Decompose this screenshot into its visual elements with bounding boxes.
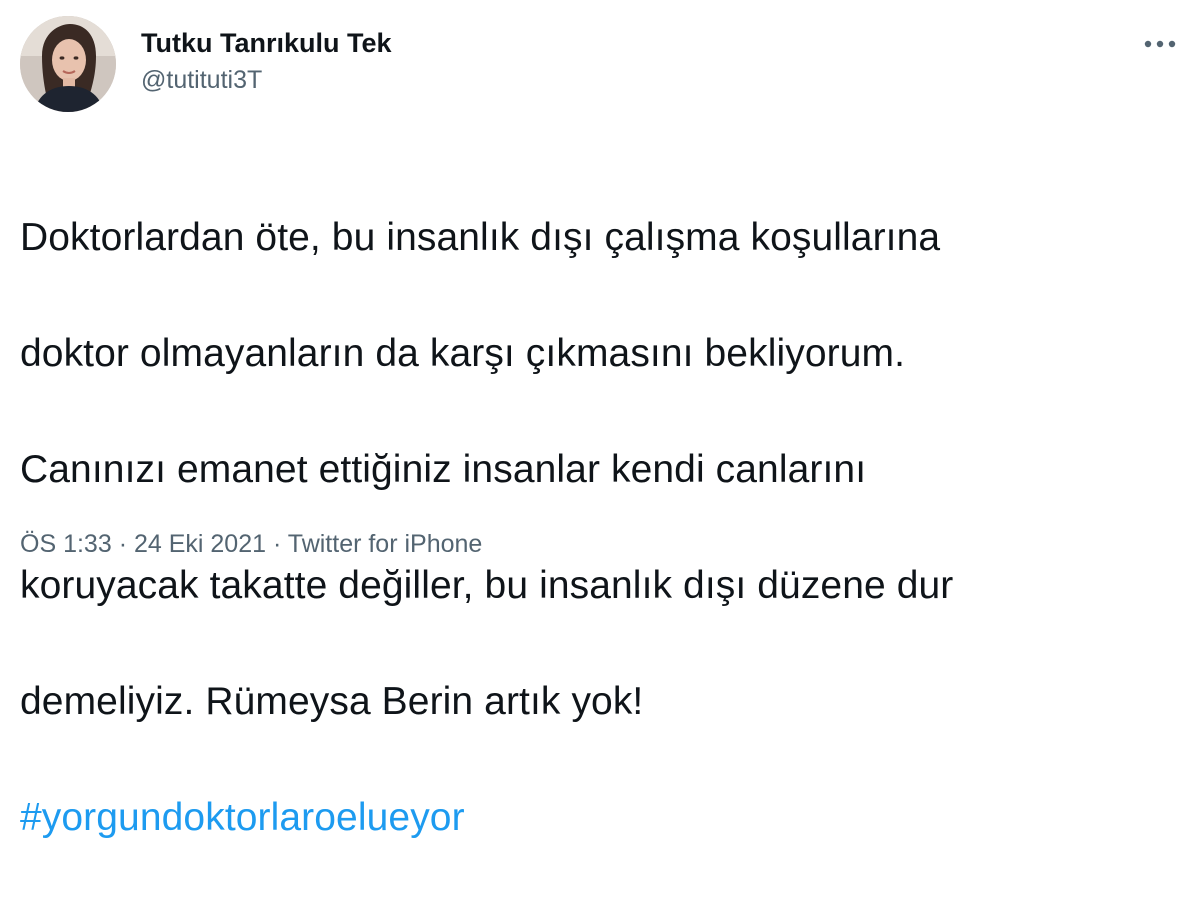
more-options-button[interactable] xyxy=(1136,24,1184,64)
hashtag-link[interactable]: #yorgundoktorlaroelueyor xyxy=(20,789,1180,847)
tweet-text-line: Doktorlardan öte, bu insanlık dışı çalış… xyxy=(20,216,941,259)
tweet-meta: ÖS 1:33 · 24 Eki 2021 · Twitter for iPho… xyxy=(20,526,482,562)
tweet-text-line: doktor olmayanların da karşı çıkmasını b… xyxy=(20,332,906,375)
separator-dot: · xyxy=(272,530,282,558)
meta-separator: · xyxy=(273,530,288,558)
tweet-text-line: Canınızı emanet ettiğiniz insanlar kendi… xyxy=(20,448,867,491)
meta-separator: · xyxy=(119,530,134,558)
tweet-card: Tutku Tanrıkulu Tek @tutituti3T Doktorla… xyxy=(0,0,1200,839)
tweet-time[interactable]: ÖS 1:33 xyxy=(20,530,112,558)
separator-dot: · xyxy=(118,530,128,558)
tweet-text-line: koruyacak takatte değiller, bu insanlık … xyxy=(20,564,954,607)
more-horizontal-icon xyxy=(1144,40,1176,48)
tweet-text-line: demeliyiz. Rümeysa Berin artık yok! xyxy=(20,680,644,723)
avatar-photo xyxy=(20,16,116,112)
author-block: Tutku Tanrıkulu Tek @tutituti3T xyxy=(141,26,392,97)
tweet-source[interactable]: Twitter for iPhone xyxy=(288,530,483,558)
author-handle[interactable]: @tutituti3T xyxy=(141,63,392,97)
tweet-date[interactable]: 24 Eki 2021 xyxy=(134,530,266,558)
author-display-name[interactable]: Tutku Tanrıkulu Tek xyxy=(141,26,392,60)
avatar[interactable] xyxy=(20,16,116,112)
